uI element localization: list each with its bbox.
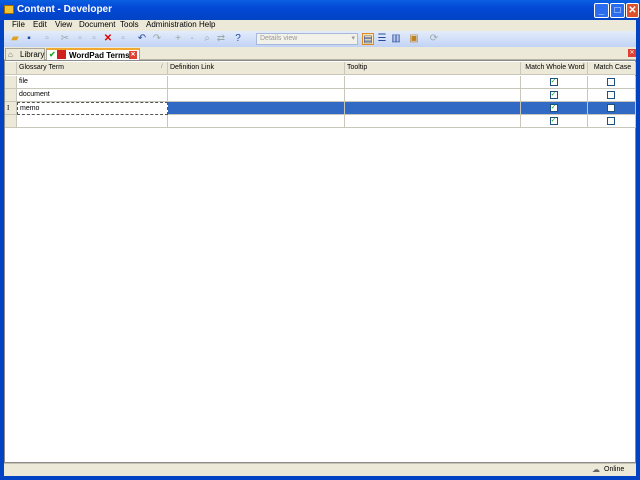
column-header-glossary-term[interactable]: Glossary Term <box>17 62 168 75</box>
close-all-tabs-icon[interactable]: ✕ <box>628 49 636 57</box>
menu-administration[interactable]: Administration <box>146 20 197 29</box>
window-frame <box>636 20 640 480</box>
cell-definition-link[interactable] <box>168 76 345 89</box>
chevron-down-icon: ▾ <box>351 35 355 42</box>
glossary-grid: Glossary Term Definition Link Tooltip Match… <box>4 60 636 463</box>
cell-match-whole-word: ✓ <box>521 89 588 102</box>
toolbar: ▰ ▪ ▫ ✂ ▫ ▫ ✕ ▫ ↶ ↷ + - ⌕ ⇄ ? Details vi… <box>4 31 636 47</box>
cell-match-whole-word: ✓ <box>521 102 588 115</box>
menu-file[interactable]: File <box>12 20 25 29</box>
open-icon[interactable]: ▰ <box>9 33 21 45</box>
cell-tooltip[interactable] <box>345 89 521 102</box>
document-icon <box>57 50 66 59</box>
tab-wordpad-terms[interactable]: ✔ WordPad Terms ✕ <box>46 48 140 60</box>
column-header-definition-link[interactable]: Definition Link <box>168 62 345 75</box>
checkbox[interactable]: ✓ <box>549 117 558 125</box>
cell-match-case <box>588 76 636 89</box>
cell-tooltip[interactable] <box>345 115 521 128</box>
vertical-layout-icon[interactable]: ▥ <box>390 33 402 45</box>
cell-match-case <box>588 102 636 115</box>
tab-strip: ⌂ Library ✔ WordPad Terms ✕ ✕ <box>4 47 636 60</box>
column-header-match-case[interactable]: Match Case <box>588 62 636 75</box>
title-bar: Content - Developer _ □ ✕ <box>0 0 640 20</box>
row-header[interactable] <box>5 89 17 102</box>
cell-glossary-term[interactable]: memo <box>17 102 168 115</box>
cell-glossary-term[interactable] <box>17 115 168 128</box>
replace-icon[interactable]: ⇄ <box>215 33 227 45</box>
window-title: Content - Developer <box>17 4 113 15</box>
app-icon <box>4 5 14 14</box>
cell-tooltip[interactable] <box>345 102 521 115</box>
cell-match-case <box>588 89 636 102</box>
menu-edit[interactable]: Edit <box>33 20 47 29</box>
check-icon: ✔ <box>49 50 56 59</box>
status-bar: ☁ Online <box>4 463 636 476</box>
maximize-button[interactable]: □ <box>610 3 625 18</box>
horizontal-layout-icon[interactable]: ☰ <box>376 33 388 45</box>
details-layout-icon[interactable]: ▤ <box>362 33 374 45</box>
close-tab-icon[interactable]: ✕ <box>129 51 137 59</box>
checkbox[interactable] <box>607 78 615 86</box>
connection-status: Online <box>604 466 625 473</box>
checkbox[interactable]: ✓ <box>549 91 558 99</box>
paste-icon[interactable]: ▫ <box>88 33 100 45</box>
column-header-tooltip[interactable]: Tooltip <box>345 62 521 75</box>
refresh-icon[interactable]: ⟳ <box>428 33 440 45</box>
column-header-match-whole-word[interactable]: Match Whole Word <box>521 62 588 75</box>
row-header[interactable] <box>5 76 17 89</box>
cell-tooltip[interactable] <box>345 76 521 89</box>
row-header[interactable]: I <box>5 102 17 115</box>
cell-match-whole-word: ✓ <box>521 115 588 128</box>
cell-match-case <box>588 115 636 128</box>
window-frame <box>0 20 4 480</box>
checkbox[interactable] <box>607 117 615 125</box>
add-icon[interactable]: + <box>172 33 184 45</box>
cell-definition-link[interactable] <box>168 89 345 102</box>
view-combo[interactable]: Details view ▾ <box>256 33 358 45</box>
window-frame <box>0 476 640 480</box>
menu-document[interactable]: Document <box>79 20 115 29</box>
find-icon[interactable]: ⌕ <box>201 33 213 45</box>
checkin-icon[interactable]: ▣ <box>408 33 420 45</box>
menu-help[interactable]: Help <box>199 20 215 29</box>
undo-icon[interactable]: ↶ <box>136 33 148 45</box>
copy-icon[interactable]: ▫ <box>74 33 86 45</box>
checkbox[interactable]: ✓ <box>549 78 558 86</box>
tab-label: WordPad Terms <box>69 51 130 60</box>
checkbox[interactable] <box>607 104 615 112</box>
print-icon[interactable]: ▫ <box>41 33 53 45</box>
cell-match-whole-word: ✓ <box>521 76 588 89</box>
cut-icon[interactable]: ✂ <box>59 33 71 45</box>
row-header-corner <box>5 62 17 75</box>
save-icon[interactable]: ▪ <box>23 33 35 45</box>
cell-definition-link[interactable] <box>168 102 345 115</box>
redo-icon[interactable]: ↷ <box>151 33 163 45</box>
tab-library[interactable]: ⌂ Library <box>5 48 45 60</box>
library-icon: ⌂ <box>8 50 13 59</box>
menu-view[interactable]: View <box>55 20 72 29</box>
sort-icon: / <box>161 64 163 70</box>
delete-icon[interactable]: ✕ <box>102 33 114 45</box>
help-icon[interactable]: ? <box>232 33 244 45</box>
row-header[interactable] <box>5 115 17 128</box>
menu-tools[interactable]: Tools <box>120 20 139 29</box>
checkbox[interactable]: ✓ <box>549 104 558 112</box>
close-button[interactable]: ✕ <box>626 3 639 18</box>
cell-glossary-term[interactable]: file <box>17 76 168 89</box>
menu-bar: File Edit View Document Tools Administra… <box>0 20 640 31</box>
remove-icon[interactable]: - <box>186 33 198 45</box>
view-combo-value: Details view <box>260 35 298 42</box>
tab-label: Library <box>20 50 45 59</box>
minimize-button[interactable]: _ <box>594 3 609 18</box>
cell-definition-link[interactable] <box>168 115 345 128</box>
properties-icon[interactable]: ▫ <box>117 33 129 45</box>
cell-glossary-term[interactable]: document <box>17 89 168 102</box>
online-icon: ☁ <box>592 465 600 474</box>
checkbox[interactable] <box>607 91 615 99</box>
